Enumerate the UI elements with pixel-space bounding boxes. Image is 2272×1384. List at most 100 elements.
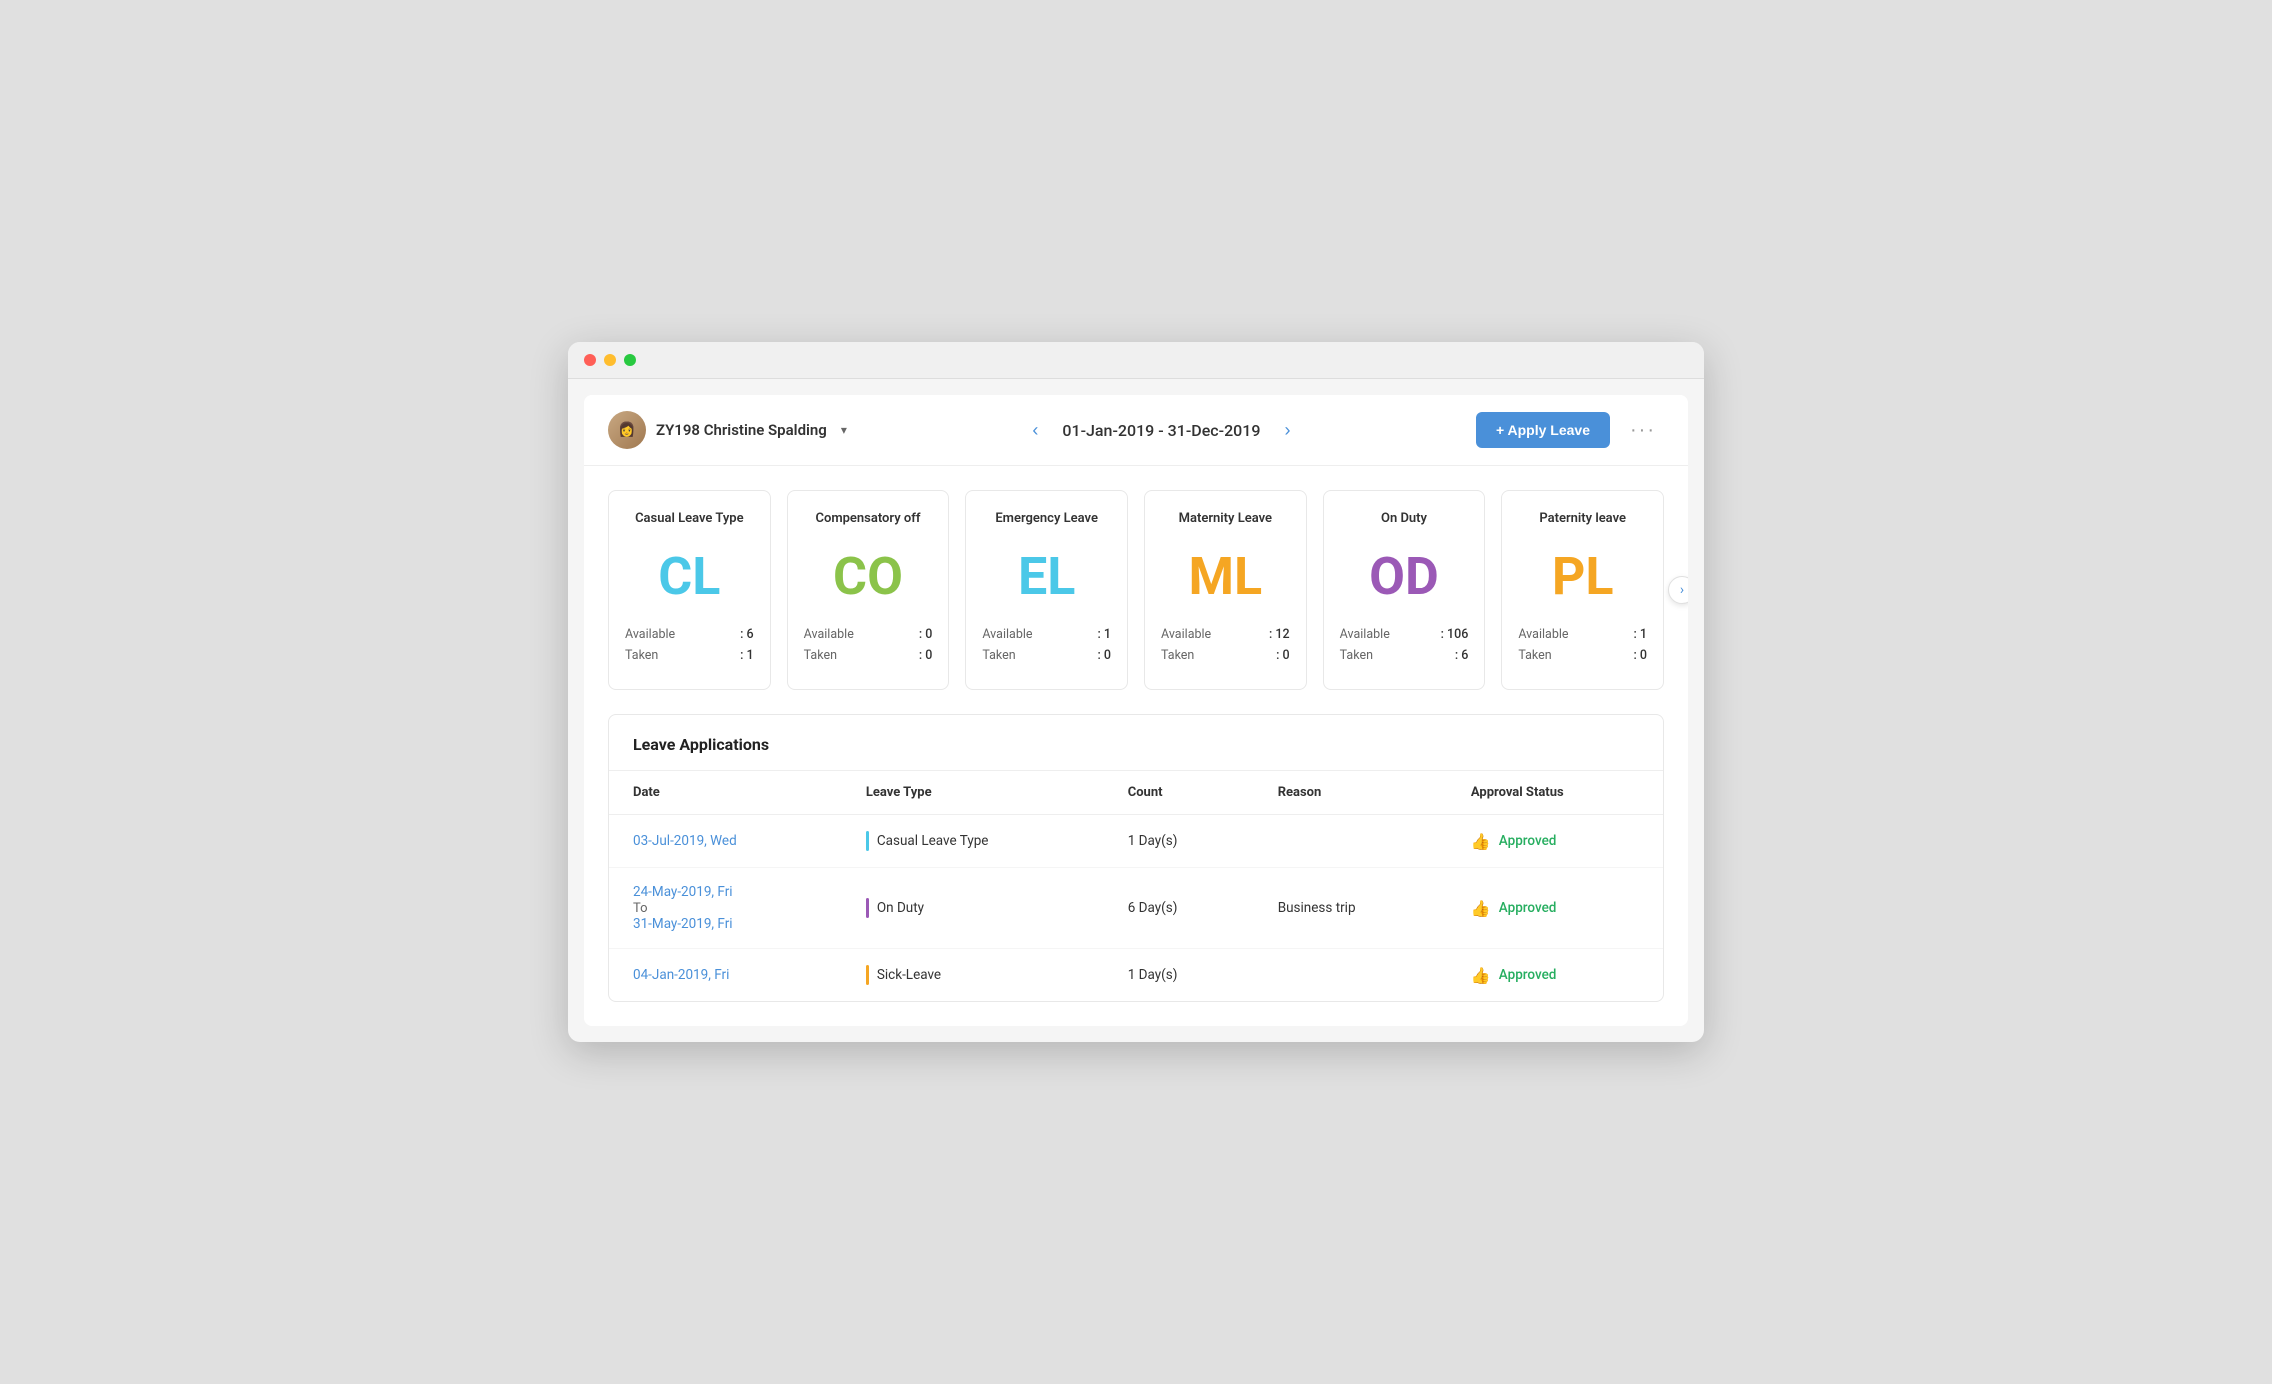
leave-type-indicator xyxy=(866,965,869,985)
available-label: Available xyxy=(1340,627,1390,642)
date-navigation: ‹ 01-Jan-2019 - 31-Dec-2019 › xyxy=(1024,416,1298,445)
taken-value: : 0 xyxy=(1097,648,1111,663)
date-to-link[interactable]: 31-May-2019, Fri xyxy=(633,916,818,932)
leave-abbr: CO xyxy=(804,546,933,607)
date-cell: 04-Jan-2019, Fri xyxy=(609,949,842,1002)
reason-cell xyxy=(1254,949,1447,1002)
leave-card-title: Compensatory off xyxy=(804,511,933,526)
available-value: : 12 xyxy=(1269,627,1290,642)
leave-applications-table: DateLeave TypeCountReasonApproval Status… xyxy=(609,771,1663,1001)
count-cell: 6 Day(s) xyxy=(1104,868,1254,949)
available-value: : 1 xyxy=(1097,627,1111,642)
status-cell: 👍 Approved xyxy=(1447,815,1663,868)
leave-card-od: On Duty OD Available : 106 Taken : 6 xyxy=(1323,490,1486,690)
leave-stats: Available : 0 Taken : 0 xyxy=(804,627,933,663)
leave-cards-section: Casual Leave Type CL Available : 6 Taken… xyxy=(584,466,1688,714)
column-header: Count xyxy=(1104,771,1254,815)
apply-leave-button[interactable]: + Apply Leave xyxy=(1476,412,1610,448)
taken-label: Taken xyxy=(1518,648,1551,663)
available-value: : 0 xyxy=(919,627,933,642)
available-row: Available : 12 xyxy=(1161,627,1290,642)
taken-row: Taken : 0 xyxy=(1518,648,1647,663)
user-selector[interactable]: 👩 ZY198 Christine Spalding ▾ xyxy=(608,411,847,449)
leave-card-title: On Duty xyxy=(1340,511,1469,526)
leave-card-title: Maternity Leave xyxy=(1161,511,1290,526)
main-content: 👩 ZY198 Christine Spalding ▾ ‹ 01-Jan-20… xyxy=(584,395,1688,1026)
available-row: Available : 106 xyxy=(1340,627,1469,642)
column-header: Leave Type xyxy=(842,771,1104,815)
title-bar xyxy=(568,342,1704,379)
available-value: : 1 xyxy=(1633,627,1647,642)
leave-card-title: Casual Leave Type xyxy=(625,511,754,526)
leave-type-label: Casual Leave Type xyxy=(877,833,989,849)
taken-value: : 0 xyxy=(1633,648,1647,663)
available-row: Available : 1 xyxy=(1518,627,1647,642)
leave-type-wrapper: On Duty xyxy=(866,898,1080,918)
section-title: Leave Applications xyxy=(609,715,1663,771)
approval-status: 👍 Approved xyxy=(1471,966,1639,985)
taken-row: Taken : 0 xyxy=(982,648,1111,663)
table-header: DateLeave TypeCountReasonApproval Status xyxy=(609,771,1663,815)
taken-value: : 1 xyxy=(740,648,754,663)
to-label: To xyxy=(633,901,648,916)
leave-type-indicator xyxy=(866,831,869,851)
column-header: Date xyxy=(609,771,842,815)
taken-row: Taken : 6 xyxy=(1340,648,1469,663)
traffic-light-close[interactable] xyxy=(584,354,596,366)
date-from-link[interactable]: 03-Jul-2019, Wed xyxy=(633,833,818,849)
thumbs-up-icon: 👍 xyxy=(1471,832,1491,851)
date-cell: 24-May-2019, Fri To 31-May-2019, Fri xyxy=(609,868,842,949)
leave-type-cell: Sick-Leave xyxy=(842,949,1104,1002)
leave-type-cell: On Duty xyxy=(842,868,1104,949)
cards-next-arrow[interactable]: › xyxy=(1668,576,1688,604)
taken-label: Taken xyxy=(625,648,658,663)
prev-date-button[interactable]: ‹ xyxy=(1024,416,1046,445)
leave-type-cell: Casual Leave Type xyxy=(842,815,1104,868)
reason-cell xyxy=(1254,815,1447,868)
available-value: : 106 xyxy=(1441,627,1469,642)
taken-label: Taken xyxy=(804,648,837,663)
taken-label: Taken xyxy=(982,648,1015,663)
taken-label: Taken xyxy=(1340,648,1373,663)
approval-status: 👍 Approved xyxy=(1471,899,1639,918)
table-row: 04-Jan-2019, Fri Sick-Leave 1 Day(s) 👍 A… xyxy=(609,949,1663,1002)
leave-type-label: On Duty xyxy=(877,900,924,916)
leave-type-label: Sick-Leave xyxy=(877,967,941,983)
chevron-down-icon: ▾ xyxy=(841,423,847,437)
available-label: Available xyxy=(1518,627,1568,642)
traffic-light-minimize[interactable] xyxy=(604,354,616,366)
app-window: 👩 ZY198 Christine Spalding ▾ ‹ 01-Jan-20… xyxy=(568,342,1704,1042)
count-cell: 1 Day(s) xyxy=(1104,815,1254,868)
leave-card-el: Emergency Leave EL Available : 1 Taken :… xyxy=(965,490,1128,690)
header-row: DateLeave TypeCountReasonApproval Status xyxy=(609,771,1663,815)
leave-card-title: Emergency Leave xyxy=(982,511,1111,526)
leave-type-indicator xyxy=(866,898,869,918)
leave-stats: Available : 106 Taken : 6 xyxy=(1340,627,1469,663)
available-label: Available xyxy=(1161,627,1211,642)
status-cell: 👍 Approved xyxy=(1447,949,1663,1002)
traffic-light-maximize[interactable] xyxy=(624,354,636,366)
leave-card-title: Paternity leave xyxy=(1518,511,1647,526)
leave-cards-grid: Casual Leave Type CL Available : 6 Taken… xyxy=(608,490,1664,690)
leave-stats: Available : 12 Taken : 0 xyxy=(1161,627,1290,663)
date-from-link[interactable]: 24-May-2019, Fri xyxy=(633,884,818,900)
leave-card-pl: Paternity leave PL Available : 1 Taken :… xyxy=(1501,490,1664,690)
avatar: 👩 xyxy=(608,411,646,449)
leave-abbr: OD xyxy=(1340,546,1469,607)
more-options-button[interactable]: ··· xyxy=(1622,415,1664,446)
leave-card-co: Compensatory off CO Available : 0 Taken … xyxy=(787,490,950,690)
status-cell: 👍 Approved xyxy=(1447,868,1663,949)
leave-card-ml: Maternity Leave ML Available : 12 Taken … xyxy=(1144,490,1307,690)
leave-abbr: EL xyxy=(982,546,1111,607)
header: 👩 ZY198 Christine Spalding ▾ ‹ 01-Jan-20… xyxy=(584,395,1688,466)
header-actions: + Apply Leave ··· xyxy=(1476,412,1664,448)
user-name: ZY198 Christine Spalding xyxy=(656,421,827,439)
leave-stats: Available : 6 Taken : 1 xyxy=(625,627,754,663)
leave-stats: Available : 1 Taken : 0 xyxy=(1518,627,1647,663)
available-label: Available xyxy=(982,627,1032,642)
next-date-button[interactable]: › xyxy=(1276,416,1298,445)
date-from-link[interactable]: 04-Jan-2019, Fri xyxy=(633,967,818,983)
table-row: 03-Jul-2019, Wed Casual Leave Type 1 Day… xyxy=(609,815,1663,868)
status-label: Approved xyxy=(1499,833,1557,849)
taken-row: Taken : 0 xyxy=(804,648,933,663)
